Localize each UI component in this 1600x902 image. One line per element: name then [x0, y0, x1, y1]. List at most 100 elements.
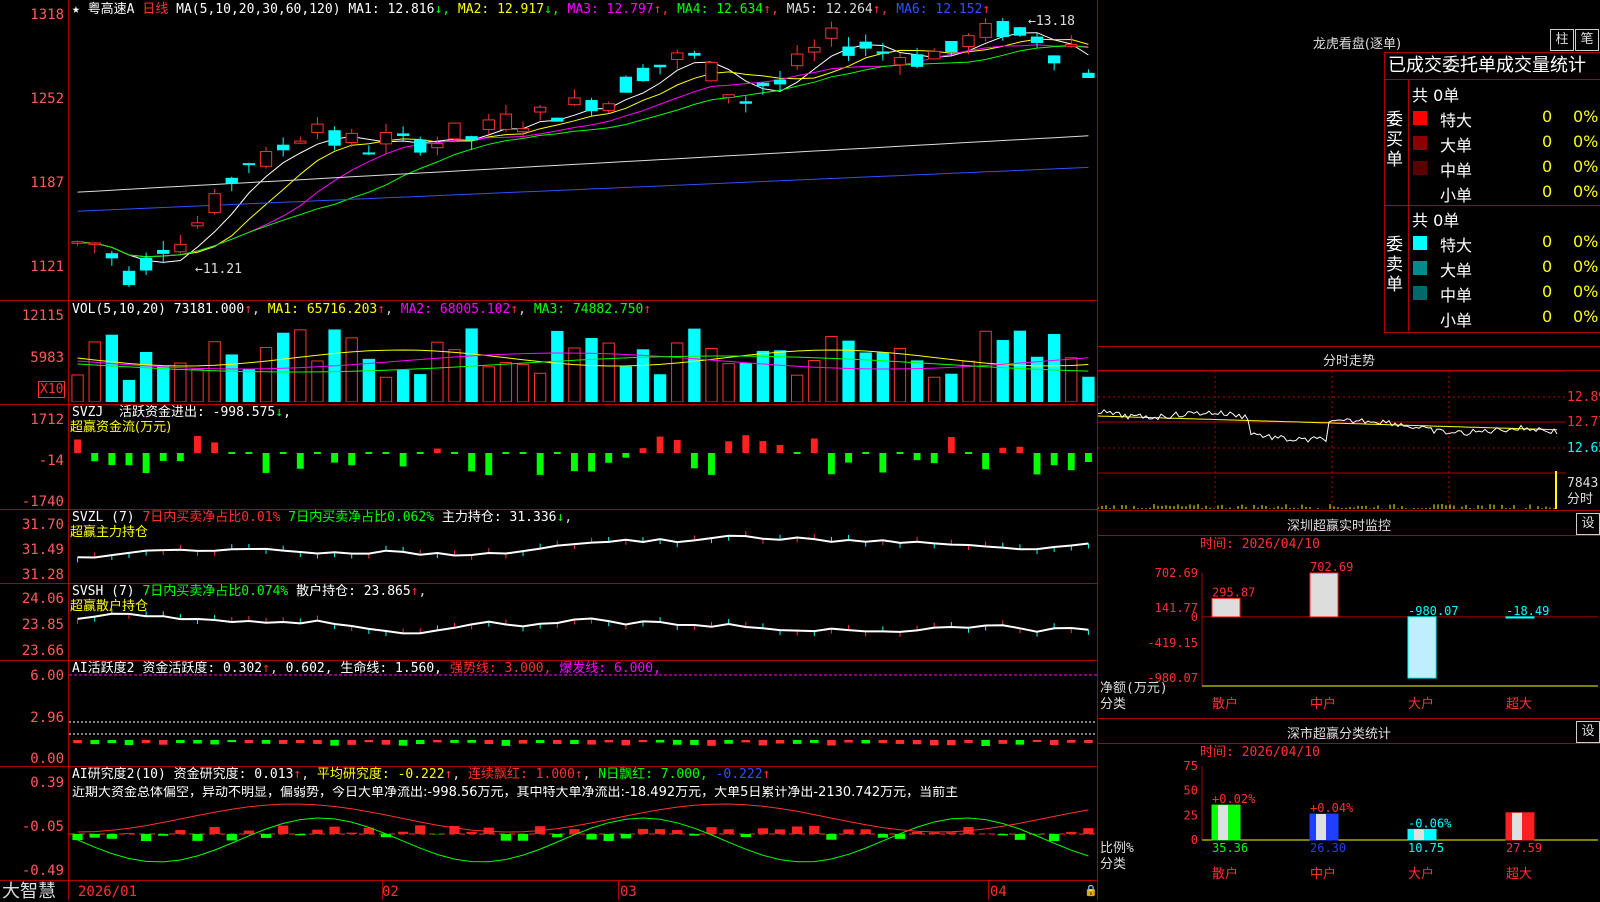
flow-bar [211, 442, 218, 453]
class-category: 大户 [1408, 866, 1434, 882]
fund-flow-chart [69, 418, 1097, 506]
class-bar-highlight [1316, 814, 1326, 840]
research-bar [604, 834, 614, 841]
volume-bar [535, 373, 546, 402]
volume-bar [397, 370, 408, 402]
candle-body [740, 102, 751, 103]
activity-bar [707, 740, 716, 746]
volume-bar [689, 329, 700, 402]
activity-bar [262, 740, 271, 744]
research-bar [158, 834, 168, 836]
monitor-bar [1212, 598, 1240, 616]
research-bar [741, 834, 751, 837]
chart-header: ★ 粤高速A 日线 MA(5,10,20,30,60,120) MA1: 12.… [72, 3, 990, 17]
vol-header: VOL(5,10,20) 73181.000↑, MA1: 65716.203↑… [72, 303, 651, 317]
activity-bar [964, 740, 973, 743]
research-chart [69, 800, 1097, 880]
tick-view-button[interactable]: 笔 [1575, 29, 1599, 51]
flow-bar [417, 452, 424, 454]
activity-bar [724, 740, 733, 744]
class-change-label: -0.06% [1408, 816, 1452, 830]
flow-bar [280, 452, 287, 454]
svsh-header: SVSH (7) 7日内买卖净占比0.074% 散户持仓: 23.865↑, [72, 585, 426, 599]
monitor-category: 散户 [1212, 696, 1238, 712]
class-settings-button[interactable]: 设 [1576, 721, 1600, 743]
vol-axis-tick: 12115 [0, 308, 64, 324]
ma-line-6 [78, 167, 1089, 211]
candle-body [158, 250, 169, 253]
ma-params: MA(5,10,20,30,60,120) [176, 2, 340, 17]
candle-body [911, 55, 922, 67]
ma-value-5: MA5: 12.264 [779, 2, 873, 17]
price-axis-tick: 1187 [0, 175, 64, 191]
candle-body [380, 133, 391, 144]
candle-body [946, 41, 957, 51]
research-bar [141, 834, 151, 841]
activity-bar [365, 740, 374, 742]
candle-body [72, 242, 83, 244]
divider [1098, 535, 1600, 536]
svsh-axis-tick: 24.06 [0, 591, 64, 607]
flow-bar [571, 453, 578, 471]
activity-bar [879, 740, 888, 743]
volume-bar [894, 348, 905, 402]
order-type-label: 特大 [1440, 232, 1472, 256]
volume-bar [946, 374, 957, 402]
lock-icon[interactable]: 🔒 [1084, 884, 1098, 898]
order-stats-tabs[interactable]: 已成交委托单成交量统计 [1388, 56, 1586, 76]
flow-bar [1034, 453, 1041, 474]
candle-body [1031, 37, 1042, 42]
date-axis-tick: 2026/01 [78, 885, 137, 899]
order-type-label: 大单 [1440, 257, 1472, 281]
research-bar [347, 833, 357, 834]
candlestick-chart[interactable] [69, 18, 1097, 300]
date-divider [988, 880, 989, 900]
research-bar [775, 829, 785, 834]
volume-bar [226, 355, 237, 402]
candle-body [603, 104, 614, 111]
research-bar [1083, 828, 1093, 834]
intraday-chart[interactable] [1098, 371, 1566, 509]
monitor-settings-button[interactable]: 设 [1576, 513, 1600, 535]
vol-unit-badge[interactable]: X10 [38, 381, 65, 398]
volume-bar [260, 347, 271, 402]
sell-orders-label: 委卖单 [1386, 235, 1406, 295]
volume-bar [517, 364, 528, 402]
monitor-bar [1310, 573, 1338, 617]
volume-bar [295, 330, 306, 402]
svzj-axis-tick: 1712 [0, 412, 64, 428]
research-bar [912, 832, 922, 834]
order-type-label: 大单 [1440, 132, 1472, 156]
column-view-button[interactable]: 柱 [1550, 29, 1574, 51]
activity-bar [193, 740, 202, 743]
color-swatch [1413, 111, 1427, 125]
flow-bar [160, 453, 167, 461]
volume-bar [158, 367, 169, 402]
divider [1384, 205, 1600, 206]
flow-bar [228, 452, 235, 454]
activity-bar [759, 740, 768, 745]
order-percent: 0% [1573, 107, 1598, 126]
retail-holding-chart [69, 600, 1097, 658]
flow-bar [965, 452, 972, 454]
volume-bar [1083, 377, 1094, 402]
flow-bar [554, 452, 561, 454]
flow-bar [1051, 453, 1058, 465]
monitor-axis-tick: 0 [1191, 610, 1198, 624]
stock-name: 粤高速A [88, 2, 135, 17]
research-bar [826, 834, 836, 840]
candle-body [672, 53, 683, 60]
date-axis-tick: 02 [382, 885, 399, 899]
monitor-axis-tick: 702.69 [1155, 566, 1198, 580]
volume-bar [929, 377, 940, 402]
activity-bar [416, 740, 425, 744]
activity-bar [741, 740, 750, 742]
activity-bar [382, 740, 391, 745]
monitor-xlabel: 分类 [1100, 697, 1126, 712]
period-label[interactable]: 日线 [142, 2, 168, 17]
activity-bar [639, 740, 648, 742]
research-bar [1049, 834, 1059, 841]
favorite-star-icon[interactable]: ★ [72, 2, 80, 17]
svsh-axis-tick: 23.85 [0, 617, 64, 633]
volume-bar [997, 341, 1008, 402]
